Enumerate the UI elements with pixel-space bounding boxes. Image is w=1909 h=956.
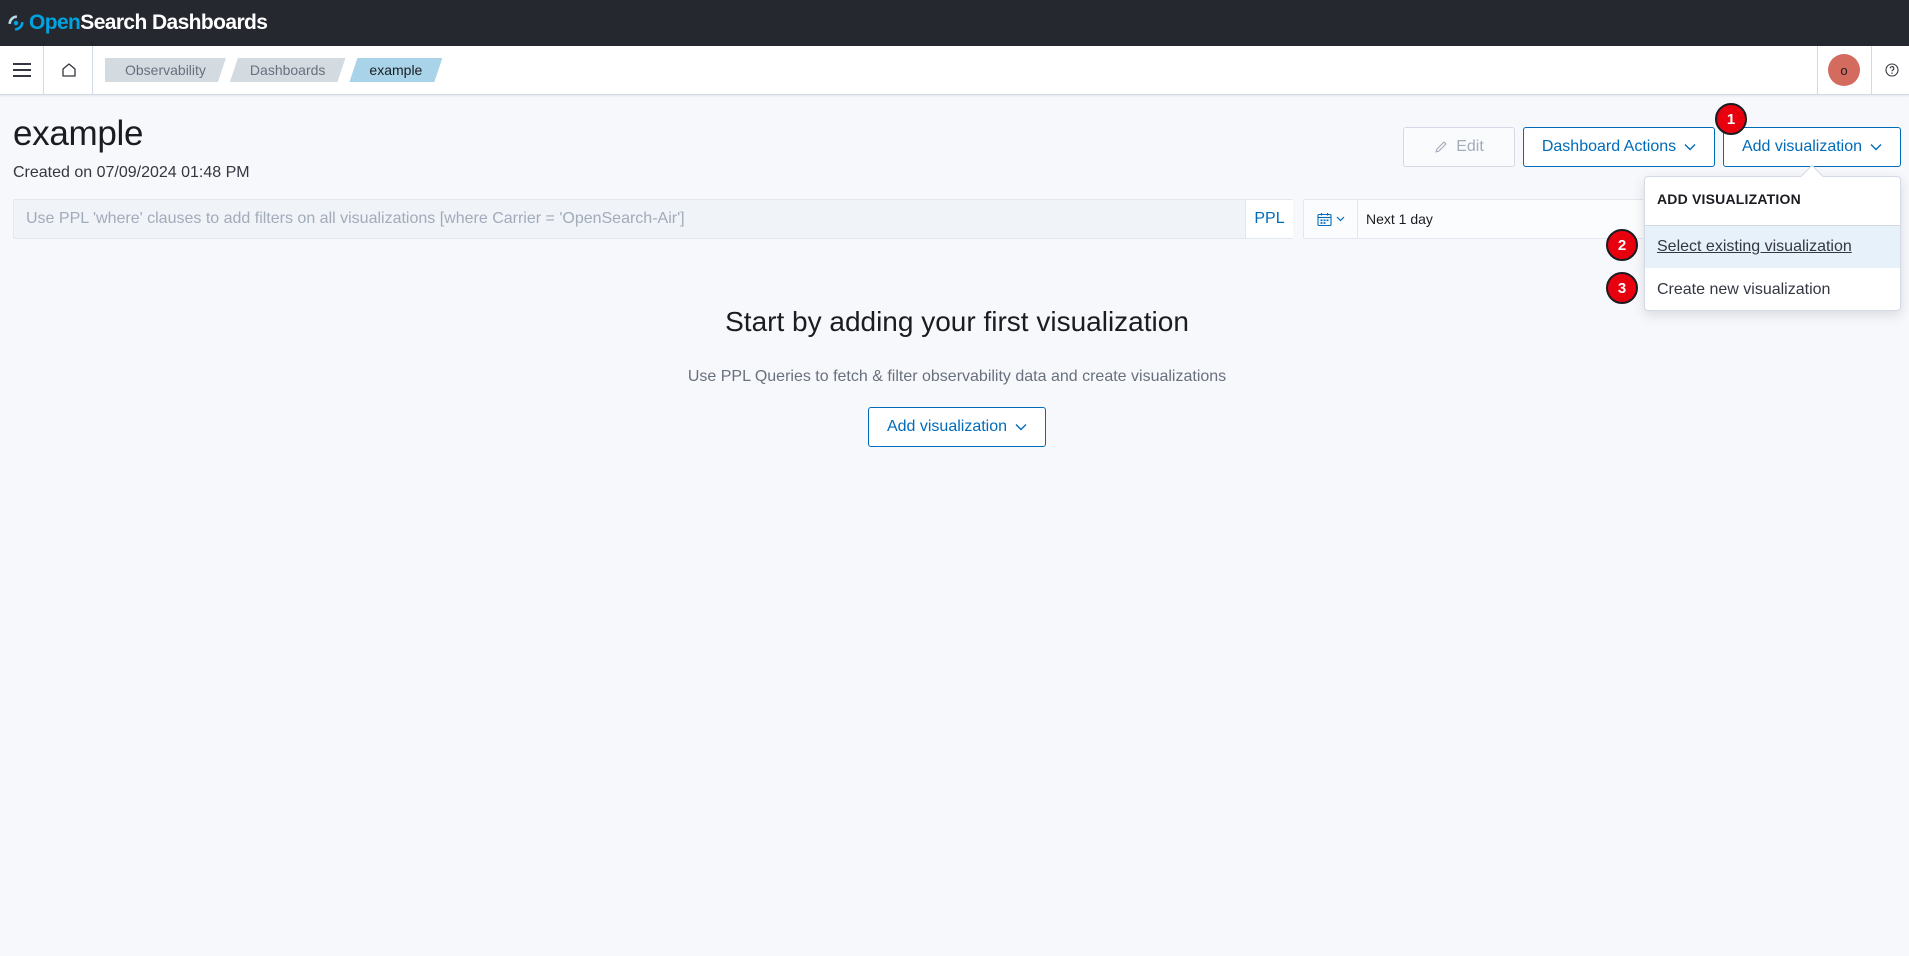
divider	[1871, 46, 1872, 94]
breadcrumb: Observability Dashboards example	[105, 58, 446, 82]
created-date: Created on 07/09/2024 01:48 PM	[13, 164, 250, 181]
select-existing-visualization-item[interactable]: Select existing visualization	[1645, 226, 1900, 268]
step-marker-1: 1	[1715, 103, 1747, 135]
opensearch-logo-icon	[8, 15, 24, 31]
breadcrumb-dashboards[interactable]: Dashboards	[230, 58, 346, 82]
empty-state-title: Start by adding your first visualization	[725, 306, 1189, 337]
step-marker-3: 3	[1606, 272, 1638, 304]
nav-header: Observability Dashboards example o	[0, 46, 1909, 95]
chevron-down-icon	[1870, 144, 1882, 151]
ppl-search-input[interactable]	[14, 200, 1244, 238]
help-icon[interactable]	[1885, 63, 1899, 77]
edit-button-label: Edit	[1456, 138, 1484, 155]
menu-title: ADD VISUALIZATION	[1657, 191, 1801, 207]
chevron-down-icon	[1336, 216, 1344, 222]
dashboard-actions-button[interactable]: Dashboard Actions	[1523, 127, 1715, 167]
home-button[interactable]	[45, 46, 93, 94]
empty-add-visualization-button[interactable]: Add visualization	[868, 407, 1046, 447]
query-language-button[interactable]: PPL	[1245, 200, 1293, 238]
app-logo[interactable]: OpenSearch Dashboards	[7, 11, 268, 35]
step-marker-2: 2	[1606, 229, 1638, 261]
calendar-icon	[1316, 212, 1332, 226]
dashboard-actions-label: Dashboard Actions	[1541, 138, 1677, 155]
chevron-down-icon	[1684, 144, 1696, 151]
top-header: OpenSearch Dashboards	[0, 0, 1909, 46]
edit-button[interactable]: Edit	[1403, 127, 1515, 167]
breadcrumb-current: example	[349, 58, 442, 82]
ppl-search-bar: PPL	[13, 199, 1293, 239]
menu-icon	[12, 63, 31, 77]
breadcrumb-observability[interactable]: Observability	[105, 58, 226, 82]
create-new-visualization-item[interactable]: Create new visualization	[1645, 269, 1900, 311]
date-picker: Next 1 day	[1303, 199, 1643, 239]
empty-state-description: Use PPL Queries to fetch & filter observ…	[687, 368, 1227, 385]
pencil-icon	[1435, 141, 1447, 153]
page-title: example	[13, 114, 144, 153]
empty-add-visualization-label: Add visualization	[886, 418, 1008, 435]
chevron-down-icon	[1015, 424, 1027, 431]
add-visualization-menu: ADD VISUALIZATION Select existing visual…	[1644, 176, 1901, 311]
divider	[1817, 46, 1818, 94]
date-quick-select-button[interactable]	[1304, 200, 1358, 238]
app-title: OpenSearch Dashboards	[29, 11, 268, 34]
home-icon	[61, 63, 76, 77]
add-visualization-button[interactable]: Add visualization	[1723, 127, 1901, 167]
menu-button[interactable]	[0, 46, 44, 94]
add-visualization-label: Add visualization	[1741, 138, 1863, 155]
avatar[interactable]: o	[1828, 54, 1860, 86]
date-range-text[interactable]: Next 1 day	[1366, 200, 1433, 238]
